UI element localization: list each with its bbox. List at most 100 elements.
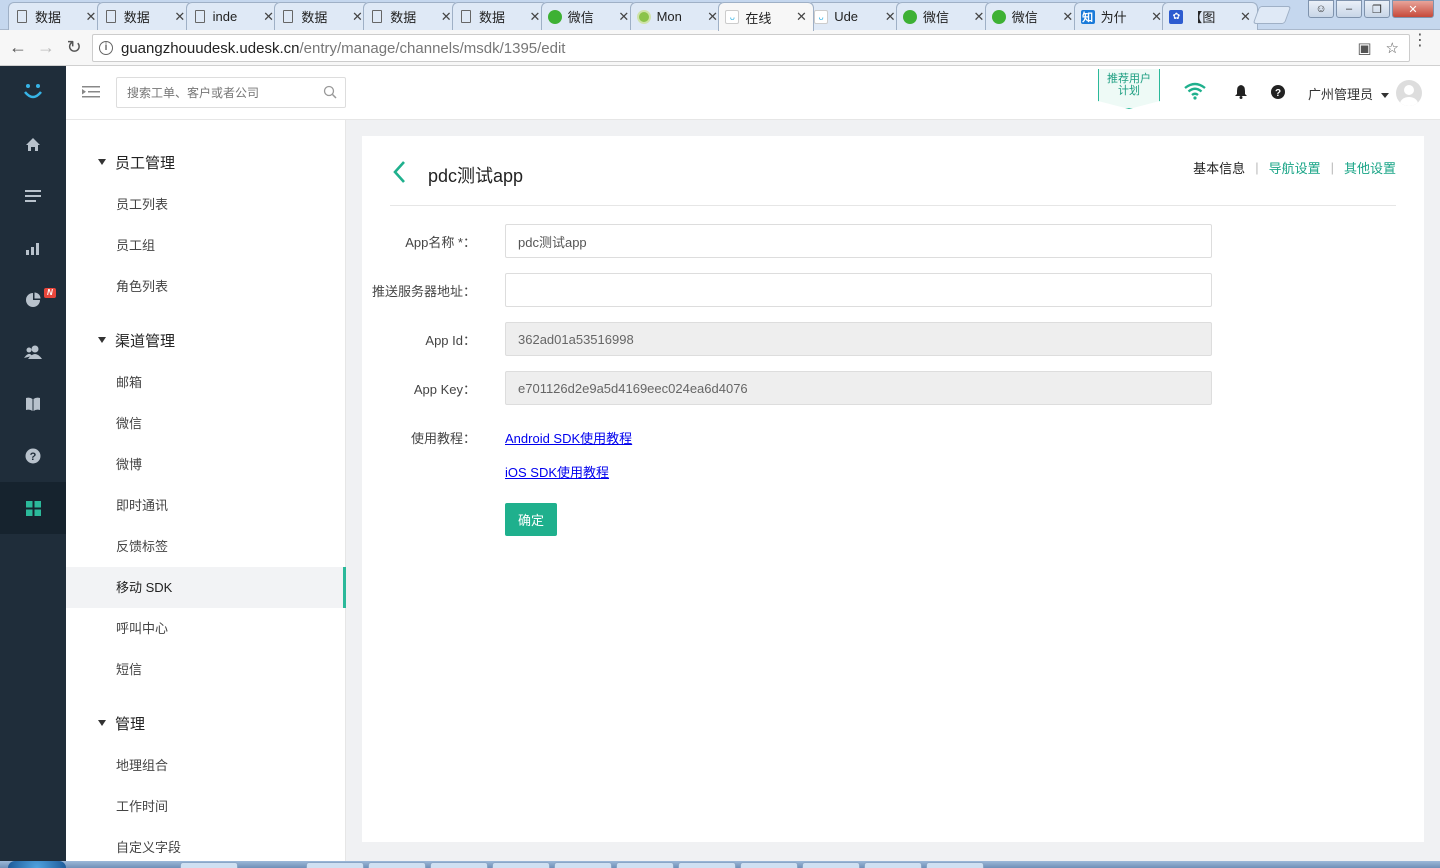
browser-tab[interactable]: 数据 ✕ xyxy=(363,2,460,30)
tab-close-icon[interactable]: ✕ xyxy=(795,9,807,25)
sidenav-item[interactable]: 微信 xyxy=(66,403,345,444)
close-window-button[interactable]: ✕ xyxy=(1392,0,1434,18)
browser-tab[interactable]: 数据 ✕ xyxy=(96,2,193,30)
wifi-icon[interactable] xyxy=(1184,82,1206,103)
taskbar-item[interactable] xyxy=(678,862,736,868)
browser-tab[interactable]: 数据 ✕ xyxy=(452,2,548,30)
user-menu[interactable]: 广州管理员 xyxy=(1308,84,1389,103)
bell-icon[interactable] xyxy=(1234,84,1248,102)
sidenav-item[interactable]: 角色列表 xyxy=(66,266,345,307)
tab-close-icon[interactable]: ✕ xyxy=(529,9,541,25)
search-input[interactable] xyxy=(117,78,345,107)
browser-tab[interactable]: 微信 ✕ xyxy=(984,2,1081,30)
tab-close-icon[interactable]: ✕ xyxy=(884,9,896,25)
browser-tab[interactable]: ᴗ Ude ✕ xyxy=(807,2,904,30)
sidenav-item[interactable]: 工作时间 xyxy=(66,786,345,827)
tab-close-icon[interactable]: ✕ xyxy=(1151,9,1163,25)
tab-close-icon[interactable]: ✕ xyxy=(1239,9,1251,25)
sidenav-item[interactable]: 邮箱 xyxy=(66,362,345,403)
app-id-field[interactable] xyxy=(505,322,1212,356)
restore-button[interactable]: ❐ xyxy=(1364,0,1390,18)
browser-tab[interactable]: 微信 ✕ xyxy=(896,2,992,30)
browser-tab[interactable]: inde ✕ xyxy=(185,2,282,30)
tab-close-icon[interactable]: ✕ xyxy=(351,9,363,25)
tab-nav-settings[interactable]: 导航设置 xyxy=(1269,158,1321,177)
tab-other-settings[interactable]: 其他设置 xyxy=(1344,158,1396,177)
tab-close-icon[interactable]: ✕ xyxy=(263,9,275,25)
taskbar-item[interactable] xyxy=(740,862,798,868)
sidenav-item[interactable]: 短信 xyxy=(66,649,345,690)
taskbar-item[interactable] xyxy=(180,862,238,868)
help-icon[interactable]: ? xyxy=(0,430,66,482)
push-server-input[interactable] xyxy=(505,273,1212,307)
tab-close-icon[interactable]: ✕ xyxy=(973,9,985,25)
browser-tab[interactable]: 数据 ✕ xyxy=(274,2,371,30)
taskbar-item[interactable] xyxy=(430,862,488,868)
sidenav-item[interactable]: 员工列表 xyxy=(66,184,345,225)
nav-group-header[interactable]: 渠道管理 xyxy=(98,330,175,351)
app-name-input[interactable] xyxy=(505,224,1212,258)
taskbar-item[interactable] xyxy=(554,862,612,868)
question-icon[interactable]: ? xyxy=(1271,85,1285,102)
referral-program-badge[interactable]: 推荐用户 计划 xyxy=(1098,69,1160,109)
taskbar-item[interactable] xyxy=(926,862,984,868)
browser-tab[interactable]: ✿ 【图 ✕ xyxy=(1162,2,1259,30)
app-key-field[interactable] xyxy=(505,371,1212,405)
collapse-menu-icon[interactable] xyxy=(82,85,100,102)
browser-tab[interactable]: 知为什 ✕ xyxy=(1073,2,1170,30)
tab-close-icon[interactable]: ✕ xyxy=(440,9,452,25)
reload-icon[interactable]: ↻ xyxy=(60,37,88,58)
forward-arrow-icon[interactable]: → xyxy=(32,37,60,58)
browser-menu-icon[interactable]: ⋮ xyxy=(1412,33,1428,49)
tab-close-icon[interactable]: ✕ xyxy=(85,9,97,25)
bookmark-star-icon[interactable]: ☆ xyxy=(1386,39,1399,57)
sidenav-item[interactable]: 地理组合 xyxy=(66,745,345,786)
taskbar-item[interactable] xyxy=(368,862,426,868)
tab-close-icon[interactable]: ✕ xyxy=(1062,9,1074,25)
new-tab-button[interactable] xyxy=(1252,6,1292,24)
tab-close-icon[interactable]: ✕ xyxy=(174,9,186,25)
nav-group-header[interactable]: 管理 xyxy=(98,713,145,734)
sidenav-item[interactable]: 员工组 xyxy=(66,225,345,266)
sidenav-item[interactable]: 移动 SDK xyxy=(66,567,346,608)
start-button[interactable] xyxy=(8,861,66,868)
address-bar[interactable]: i guangzhouudesk.udesk.cn/entry/manage/c… xyxy=(92,34,1410,62)
avatar[interactable] xyxy=(1396,80,1422,106)
info-icon[interactable]: i xyxy=(99,41,113,55)
users-icon[interactable] xyxy=(0,326,66,378)
sidenav-item[interactable]: 即时通讯 xyxy=(66,485,345,526)
udesk-logo-icon[interactable] xyxy=(0,66,66,118)
sidenav-item[interactable]: 呼叫中心 xyxy=(66,608,345,649)
taskbar-item[interactable] xyxy=(802,862,860,868)
browser-tab[interactable]: 微信 ✕ xyxy=(540,2,637,30)
back-arrow-icon[interactable]: ← xyxy=(4,37,32,58)
home-icon[interactable] xyxy=(0,118,66,170)
bar-chart-icon[interactable] xyxy=(0,222,66,274)
browser-tab[interactable]: Mon ✕ xyxy=(629,2,726,30)
tab-close-icon[interactable]: ✕ xyxy=(618,9,630,25)
ios-sdk-tutorial-link[interactable]: iOS SDK使用教程 xyxy=(505,462,609,481)
sidenav-item[interactable]: 反馈标签 xyxy=(66,526,345,567)
pie-chart-icon[interactable]: N xyxy=(0,274,66,326)
search-icon[interactable] xyxy=(323,85,337,102)
tab-close-icon[interactable]: ✕ xyxy=(707,9,719,25)
nav-group-header[interactable]: 员工管理 xyxy=(98,152,175,173)
cast-blocked-icon[interactable]: ▣ xyxy=(1357,39,1371,57)
browser-tab[interactable]: 数据 ✕ xyxy=(8,2,104,30)
sidenav-item[interactable]: 微博 xyxy=(66,444,345,485)
tab-basic-info[interactable]: 基本信息 xyxy=(1193,158,1245,177)
browser-tab[interactable]: ᴗ 在线 ✕ xyxy=(718,2,815,31)
browser-tab-label: 数据 xyxy=(35,10,62,25)
apps-icon[interactable] xyxy=(0,482,66,534)
android-sdk-tutorial-link[interactable]: Android SDK使用教程 xyxy=(505,428,632,447)
list-icon[interactable] xyxy=(0,170,66,222)
taskbar-item[interactable] xyxy=(306,862,364,868)
taskbar-item[interactable] xyxy=(616,862,674,868)
taskbar-item[interactable] xyxy=(864,862,922,868)
back-chevron-icon[interactable] xyxy=(392,160,406,187)
confirm-button[interactable]: 确定 xyxy=(505,503,557,536)
taskbar-item[interactable] xyxy=(492,862,550,868)
minimize-button[interactable]: – xyxy=(1336,0,1362,18)
user-profile-icon[interactable]: ☺ xyxy=(1308,0,1334,18)
book-icon[interactable] xyxy=(0,378,66,430)
